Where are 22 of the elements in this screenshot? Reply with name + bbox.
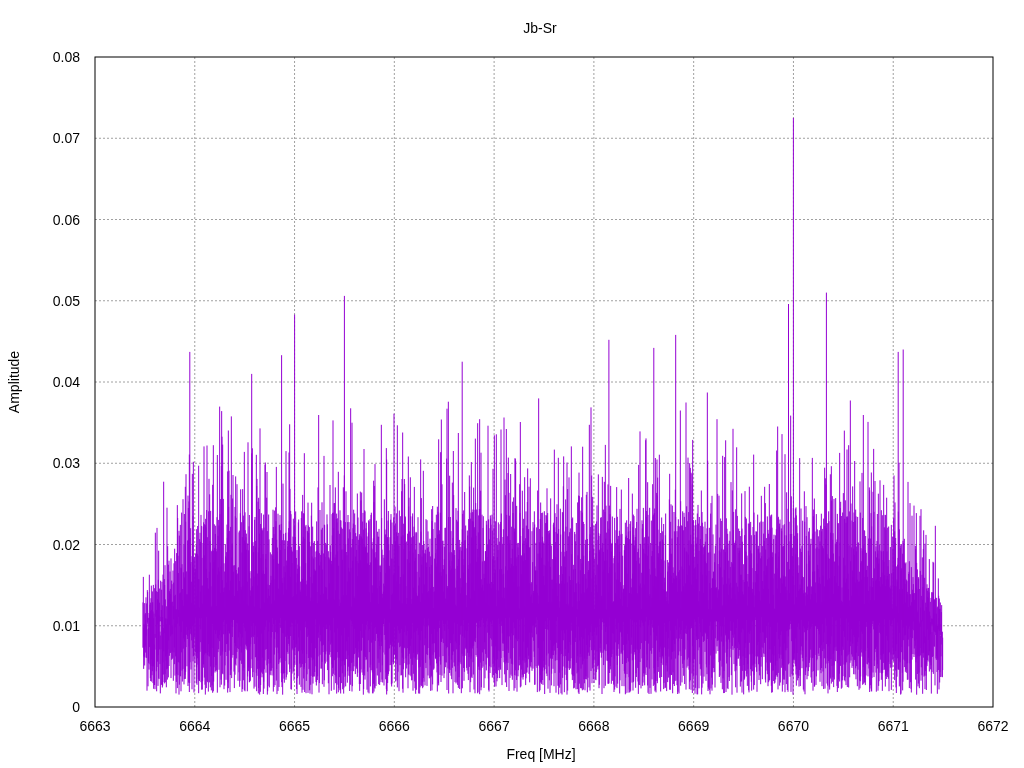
tick-label: 0.07 <box>52 130 80 147</box>
tick-label: 0.06 <box>52 211 80 228</box>
tick-label: 0.04 <box>52 374 80 390</box>
tick-label: 6667 <box>478 718 510 734</box>
tick-label: 6664 <box>179 718 211 734</box>
axis-label: Freq [MHz] <box>506 746 576 762</box>
tick-label: 6666 <box>378 718 410 734</box>
tick-label: 0.05 <box>52 292 80 309</box>
chart-title: Jb-Sr <box>523 20 557 36</box>
tick-label: 6668 <box>578 718 610 734</box>
tick-label: 0.02 <box>52 536 80 553</box>
tick-label: 6672 <box>977 718 1009 734</box>
axis-label: Amplitude <box>6 350 22 414</box>
tick-label: 6670 <box>777 718 809 734</box>
tick-label: 6663 <box>79 718 111 734</box>
tick-label: 0.03 <box>52 455 80 472</box>
tick-label: 6671 <box>877 718 909 734</box>
tick-label: 0.01 <box>52 617 80 634</box>
tick-label: 0.08 <box>52 49 80 65</box>
tick-label: 6669 <box>678 718 710 734</box>
tick-label: 6665 <box>279 718 311 734</box>
tick-label: 0 <box>72 699 80 715</box>
